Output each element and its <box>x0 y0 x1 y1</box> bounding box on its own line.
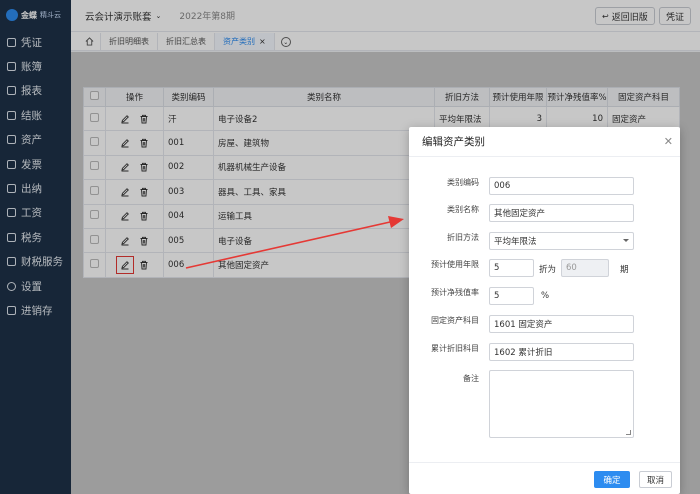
name-input[interactable]: 其他固定资产 <box>489 204 634 222</box>
dialog-footer: 确定 取消 <box>409 462 680 494</box>
field-asset-account: 固定资产科目 <box>409 315 479 326</box>
field-dep-account: 累计折旧科目 <box>409 343 479 354</box>
dep-account-label: 累计折旧科目 <box>431 344 479 353</box>
dep-account-input[interactable]: 1602 累计折旧 <box>489 343 634 361</box>
months-prefix: 折为 <box>539 265 557 275</box>
close-icon[interactable]: ✕ <box>664 135 673 148</box>
note-textarea[interactable] <box>489 370 634 438</box>
years-input[interactable]: 5 <box>489 259 534 277</box>
edit-asset-category-dialog: 编辑资产类别 ✕ 类别编码 006 类别名称 其他固定资产 折旧方法 平均年限法… <box>409 127 680 494</box>
asset-account-input[interactable]: 1601 固定资产 <box>489 315 634 333</box>
rate-suffix: % <box>541 291 550 301</box>
field-note: 备注 <box>409 373 479 384</box>
field-method: 折旧方法 <box>409 232 479 243</box>
resize-grip-icon[interactable] <box>626 430 631 435</box>
months-suffix: 期 <box>620 265 629 275</box>
method-label: 折旧方法 <box>447 233 479 242</box>
field-years: 预计使用年限 <box>409 259 479 270</box>
method-value: 平均年限法 <box>494 237 537 247</box>
code-label: 类别编码 <box>447 178 479 187</box>
confirm-button[interactable]: 确定 <box>594 471 630 488</box>
dialog-title: 编辑资产类别 <box>409 127 680 157</box>
name-label: 类别名称 <box>447 205 479 214</box>
asset-account-label: 固定资产科目 <box>431 316 479 325</box>
years-label: 预计使用年限 <box>431 260 479 269</box>
field-rate: 预计净残值率 <box>409 287 479 298</box>
method-select[interactable]: 平均年限法 <box>489 232 634 250</box>
code-input[interactable]: 006 <box>489 177 634 195</box>
rate-label: 预计净残值率 <box>431 288 479 297</box>
rate-input[interactable]: 5 <box>489 287 534 305</box>
months-input: 60 <box>561 259 609 277</box>
dropdown-arrow-icon <box>623 239 629 242</box>
field-code: 类别编码 <box>409 177 479 188</box>
cancel-button[interactable]: 取消 <box>639 471 672 488</box>
field-name: 类别名称 <box>409 204 479 215</box>
note-label: 备注 <box>463 374 479 383</box>
